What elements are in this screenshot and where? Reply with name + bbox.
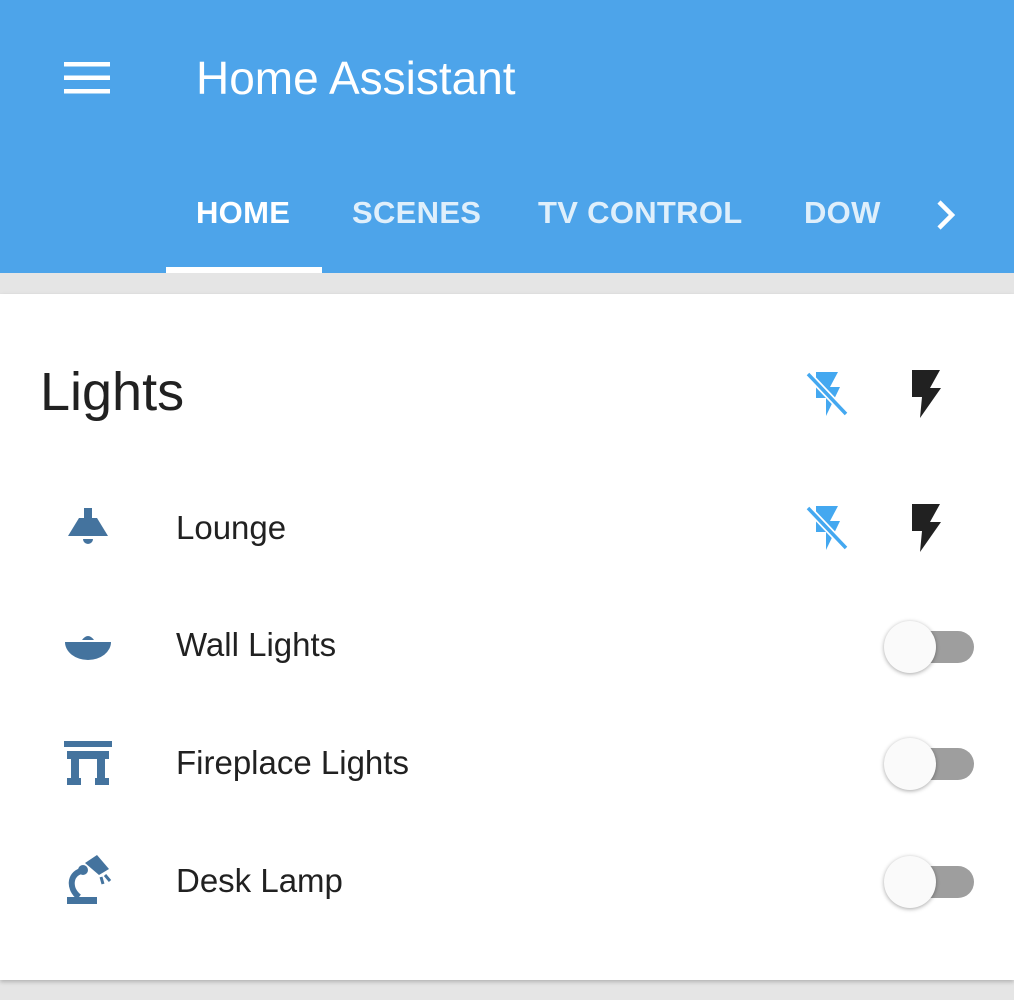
group-turn-on-button[interactable] [896,364,956,424]
tab-scroll-right-button[interactable] [922,190,970,240]
fireplace-lights-toggle[interactable] [884,736,976,792]
chevron-right-icon [937,200,956,230]
fireplace-icon [58,733,118,793]
tab-scenes[interactable]: SCENES [352,170,481,273]
entity-label-fireplace-lights: Fireplace Lights [176,744,409,781]
entity-label-lounge: Lounge [176,509,287,546]
wall-bowl-light-icon [58,616,118,676]
flash-off-icon [805,371,849,417]
app-title: Home Assistant [196,52,516,104]
tab-home[interactable]: HOME [196,170,290,273]
group-turn-off-button[interactable] [796,364,856,424]
menu-button[interactable] [52,50,122,106]
toggle-thumb [884,738,936,790]
lounge-turn-off-button[interactable] [796,498,856,558]
flash-icon [912,504,941,552]
toggle-thumb [884,856,936,908]
app-header: Home Assistant HOME SCENES TV CONTROL DO… [0,0,1014,273]
entity-label-desk-lamp: Desk Lamp [176,862,343,899]
menu-icon [64,62,110,94]
flash-off-icon [805,505,849,551]
tab-tv-control[interactable]: TV CONTROL [538,170,743,273]
ceiling-light-icon [58,498,118,558]
flash-icon [912,370,941,418]
lounge-turn-on-button[interactable] [896,498,956,558]
desk-lamp-toggle[interactable] [884,854,976,910]
card-title: Lights [40,362,185,422]
entity-label-wall-lights: Wall Lights [176,626,337,663]
tab-bar: HOME SCENES TV CONTROL DOW [0,170,1014,273]
tab-dow[interactable]: DOW [804,170,881,273]
toggle-thumb [884,621,936,673]
active-tab-indicator [166,267,322,273]
desk-lamp-icon [58,850,118,910]
lights-card: Lights Lounge Wall Lights Fireplace Ligh… [0,294,1014,980]
wall-lights-toggle[interactable] [884,619,976,675]
